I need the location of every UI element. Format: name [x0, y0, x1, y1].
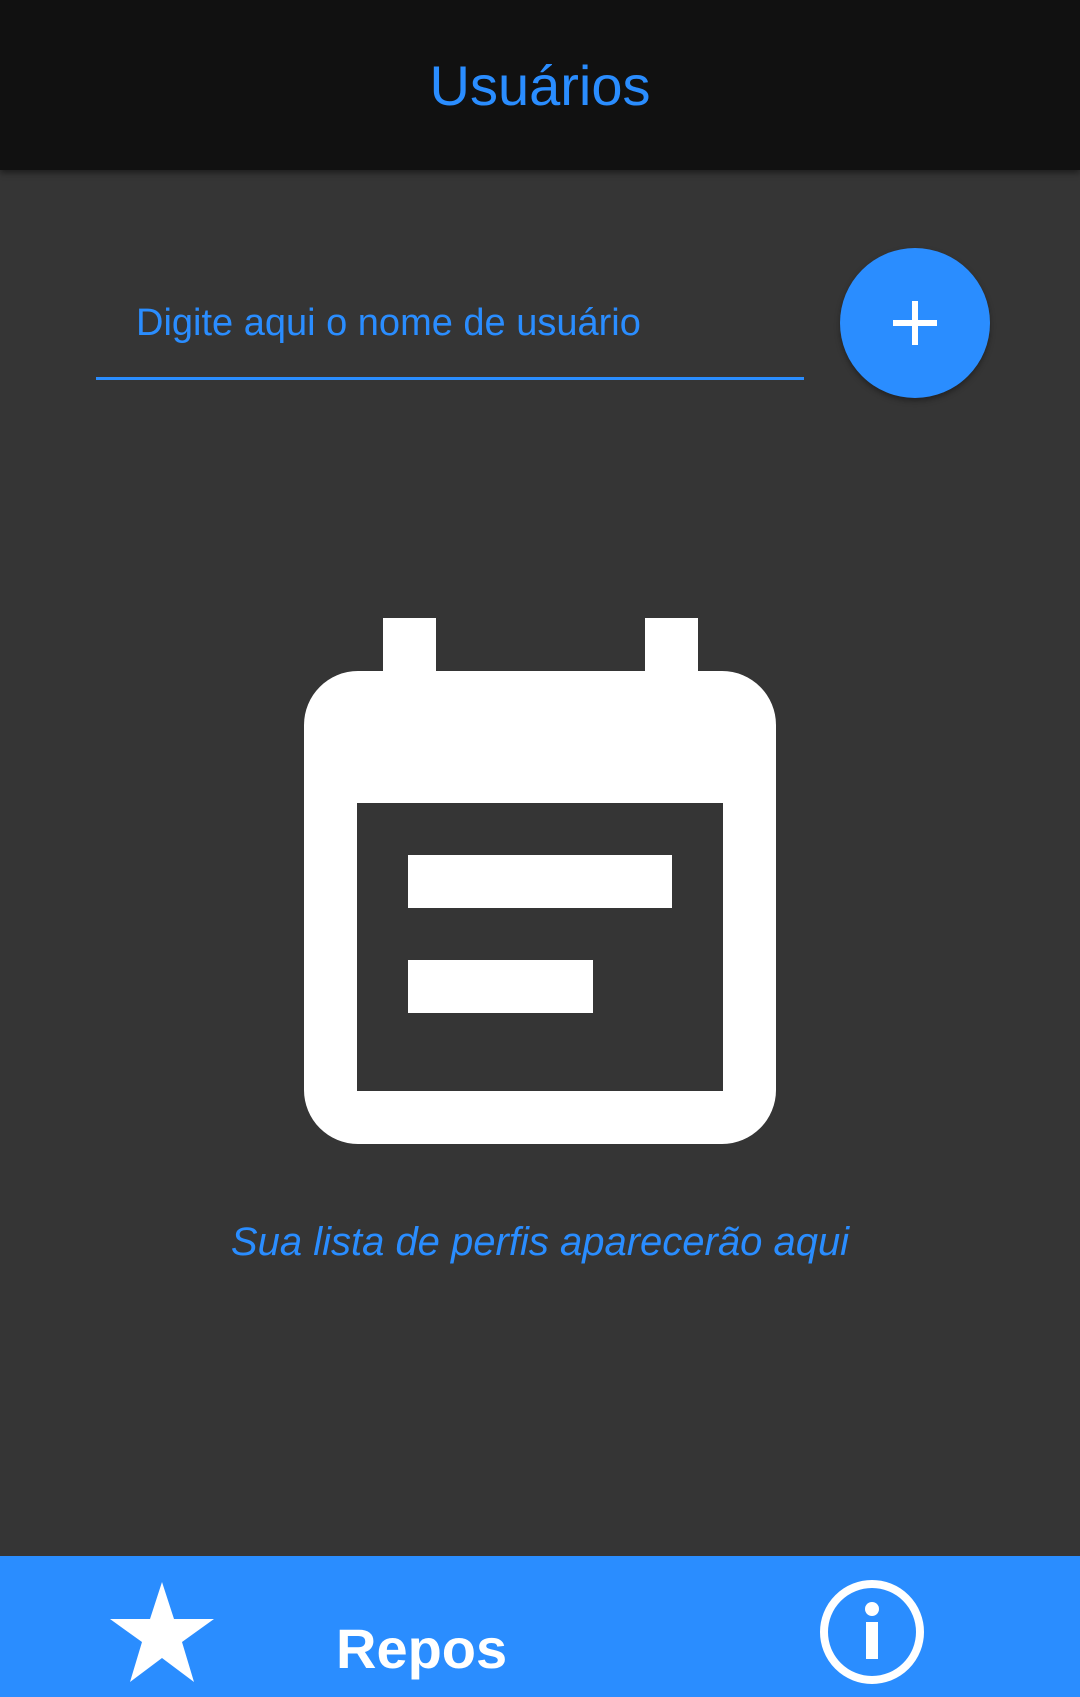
app-header: Usuários: [0, 0, 1080, 170]
nav-item-repos[interactable]: Repos: [96, 1556, 536, 1697]
username-input[interactable]: [96, 282, 804, 377]
search-field[interactable]: [96, 282, 804, 380]
calendar-text-icon: [304, 618, 776, 1144]
main-content: Sua lista de perfis aparecerão aqui: [0, 170, 1080, 1556]
bottom-navigation: Repos: [0, 1556, 1080, 1697]
info-icon: [820, 1580, 924, 1684]
star-icon: [110, 1582, 214, 1682]
plus-icon: [893, 301, 937, 345]
nav-item-info[interactable]: [818, 1578, 926, 1686]
empty-state-message: Sua lista de perfis aparecerão aqui: [230, 1220, 850, 1264]
page-title: Usuários: [429, 53, 651, 117]
nav-item-label: Repos: [336, 1617, 508, 1680]
add-user-button[interactable]: [840, 248, 990, 398]
